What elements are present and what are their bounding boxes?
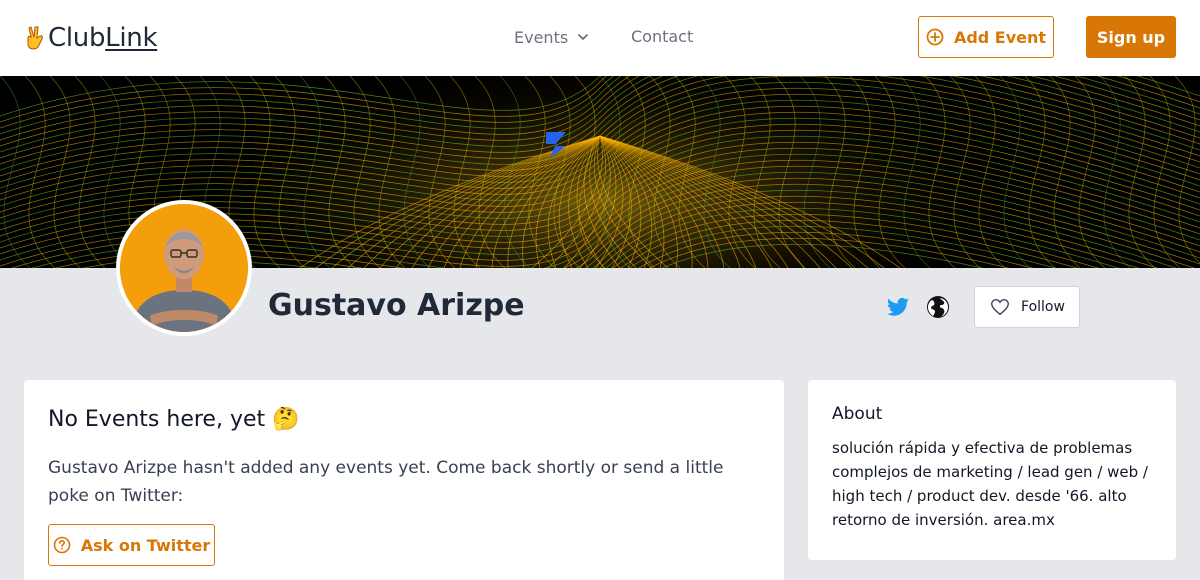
events-card: No Events here, yet 🤔 Gustavo Arizpe has…: [24, 380, 784, 580]
chevron-down-icon: [578, 34, 589, 40]
profile-avatar: [116, 200, 252, 336]
follow-label: Follow: [1021, 299, 1065, 315]
avatar-portrait-graphic: [120, 204, 248, 332]
nav-contact-link[interactable]: Contact: [631, 26, 693, 48]
sign-up-button[interactable]: Sign up: [1086, 16, 1176, 58]
nav-events-label: Events: [514, 27, 569, 47]
top-navigation-bar: ClubLink Events Contact Add Event Sign u…: [0, 0, 1200, 76]
question-circle-icon: [53, 536, 71, 554]
add-event-button[interactable]: Add Event: [918, 16, 1054, 58]
about-card: About solución rápida y efectiva de prob…: [808, 380, 1176, 560]
no-events-heading: No Events here, yet 🤔: [48, 407, 300, 432]
follow-button[interactable]: Follow: [974, 286, 1080, 328]
heart-outline-icon: [991, 298, 1009, 316]
ask-on-twitter-label: Ask on Twitter: [80, 535, 211, 555]
plus-circle-icon: [926, 28, 944, 46]
twitter-icon[interactable]: [886, 295, 910, 319]
no-events-message: Gustavo Arizpe hasn't added any events y…: [48, 458, 724, 506]
logo-wordmark: ClubLink: [48, 23, 158, 53]
logo-text-club: Club: [48, 23, 106, 53]
nav-events-dropdown[interactable]: Events: [514, 26, 590, 48]
add-event-label: Add Event: [953, 27, 1047, 47]
about-description: solución rápida y efectiva de problemas …: [832, 439, 1148, 529]
logo-text-link: Link: [105, 23, 158, 53]
globe-icon[interactable]: [926, 295, 950, 319]
ask-on-twitter-button[interactable]: Ask on Twitter: [48, 524, 215, 566]
about-heading: About: [832, 404, 883, 424]
clublink-logo[interactable]: ClubLink: [26, 22, 158, 54]
victory-hand-icon: [27, 26, 43, 50]
profile-name: Gustavo Arizpe: [268, 288, 525, 323]
